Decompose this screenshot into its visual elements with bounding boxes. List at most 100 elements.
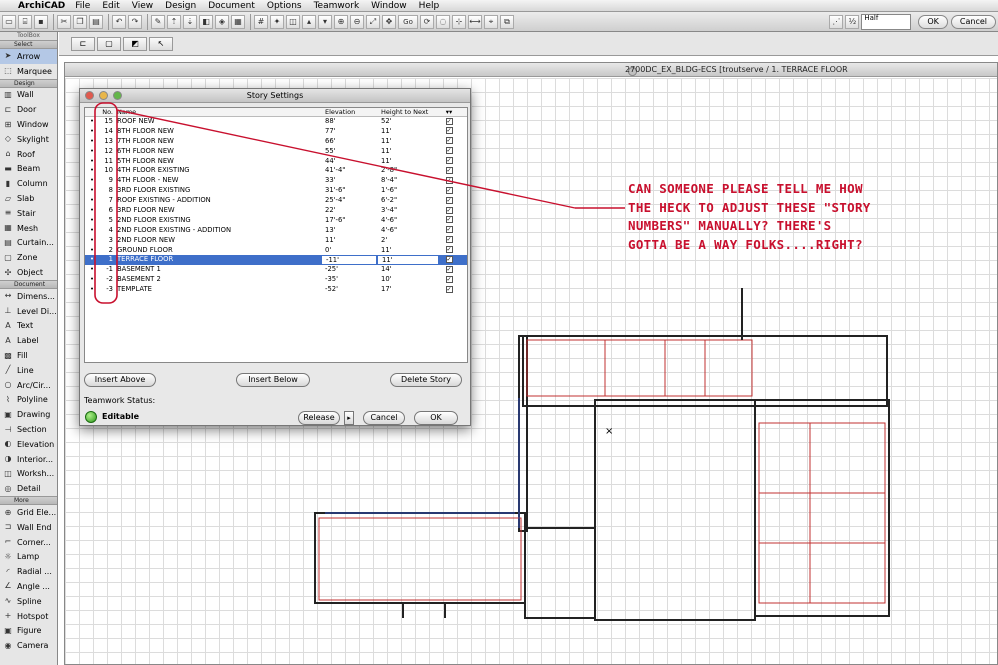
story-number[interactable]: 7 [99, 196, 115, 206]
cancel-button-toolbar[interactable]: Cancel [950, 15, 996, 29]
header-name[interactable]: Name [115, 108, 321, 116]
magic-wand-icon[interactable]: ✦ [270, 14, 284, 29]
tool-arrow[interactable]: ➤ Arrow [0, 49, 57, 64]
tool-angle[interactable]: ∠ Angle ... [0, 579, 57, 594]
insert-above-button[interactable]: Insert Above [84, 373, 156, 387]
story-row[interactable]: • 2 GROUND FLOOR 0' 11' ✓ [85, 246, 467, 256]
story-height-to-next[interactable]: 2'-8" [377, 166, 439, 176]
story-name[interactable]: BASEMENT 2 [115, 275, 321, 285]
story-height-to-next[interactable]: 11' [377, 137, 439, 147]
story-name[interactable]: ROOF NEW [115, 117, 321, 127]
story-show-checkbox[interactable]: ✓ [439, 117, 459, 127]
document-section-header[interactable]: Document [0, 279, 57, 289]
tool-radial[interactable]: ◜ Radial ... [0, 564, 57, 579]
cut-icon[interactable]: ✂ [57, 14, 71, 29]
select-section-header[interactable]: Select [0, 40, 57, 49]
story-name[interactable]: 6TH FLOOR NEW [115, 147, 321, 157]
story-number[interactable]: 9 [99, 176, 115, 186]
story-show-checkbox[interactable]: ✓ [439, 186, 459, 196]
story-elevation[interactable]: 13' [321, 226, 377, 236]
story-elevation[interactable]: 11' [321, 236, 377, 246]
story-elevation[interactable]: 17'-6" [321, 216, 377, 226]
menu-help[interactable]: Help [419, 1, 440, 11]
story-row[interactable]: • 13 7TH FLOOR NEW 66' 11' ✓ [85, 137, 467, 147]
story-row[interactable]: • 12 6TH FLOOR NEW 55' 11' ✓ [85, 147, 467, 157]
layer-icon[interactable]: ◧ [199, 14, 213, 29]
story-elevation[interactable]: 31'-6" [321, 186, 377, 196]
story-height-to-next[interactable]: 14' [377, 265, 439, 275]
tool-fill[interactable]: ▩ Fill [0, 348, 57, 363]
tool-wall[interactable]: ▥ Wall [0, 88, 57, 103]
tool-stair[interactable]: ≡ Stair [0, 206, 57, 221]
story-number[interactable]: 14 [99, 127, 115, 137]
tool-dimens[interactable]: ↔ Dimens... [0, 289, 57, 304]
minimize-dialog-icon[interactable] [99, 91, 108, 100]
story-height-to-next[interactable]: 10' [377, 275, 439, 285]
geometry-method-polygon-icon[interactable]: ▢ [97, 36, 121, 51]
snap-mode-icon[interactable]: ⋰ [829, 15, 844, 29]
tool-arc-cir[interactable]: ○ Arc/Cir... [0, 378, 57, 393]
story-row[interactable]: • 6 3RD FLOOR NEW 22' 3'-4" ✓ [85, 206, 467, 216]
tool-figure[interactable]: ▣ Figure [0, 623, 57, 638]
header-show-column[interactable]: ▾▾ [439, 108, 459, 116]
story-name[interactable]: 2ND FLOOR NEW [115, 236, 321, 246]
go-button[interactable]: Go [398, 14, 418, 29]
story-height-to-next[interactable]: 2' [377, 236, 439, 246]
story-elevation[interactable]: -52' [321, 285, 377, 295]
story-row[interactable]: • 15 ROOF NEW 88' 52' ✓ [85, 117, 467, 127]
tool-corner[interactable]: ⌐ Corner... [0, 535, 57, 550]
paste-icon[interactable]: ▤ [89, 14, 103, 29]
release-button[interactable]: Release [298, 411, 340, 425]
story-row[interactable]: • -1 BASEMENT 1 -25' 14' ✓ [85, 265, 467, 275]
menu-teamwork[interactable]: Teamwork [314, 1, 360, 11]
story-row[interactable]: • -3 TEMPLATE -52' 17' ✓ [85, 285, 467, 295]
story-row[interactable]: • 14 8TH FLOOR NEW 77' 11' ✓ [85, 127, 467, 137]
story-show-checkbox[interactable]: ✓ [439, 255, 459, 265]
cancel-button[interactable]: Cancel [363, 411, 405, 425]
story-elevation[interactable]: -11' [321, 255, 377, 266]
tool-camera[interactable]: ◉ Camera [0, 638, 57, 653]
fit-window-icon[interactable]: ⤢ [366, 14, 380, 29]
grid-snap-icon[interactable]: # [254, 14, 268, 29]
menu-edit[interactable]: Edit [102, 1, 119, 11]
story-number[interactable]: 4 [99, 226, 115, 236]
tool-grid-ele[interactable]: ⊕ Grid Ele... [0, 505, 57, 520]
tool-polyline[interactable]: ⌇ Polyline [0, 393, 57, 408]
story-height-to-next[interactable]: 11' [377, 246, 439, 256]
story-show-checkbox[interactable]: ✓ [439, 265, 459, 275]
more-section-header[interactable]: More [0, 496, 57, 506]
story-height-to-next[interactable]: 11' [377, 255, 439, 266]
story-elevation[interactable]: 41'-4" [321, 166, 377, 176]
measure-icon[interactable]: ⟷ [468, 14, 482, 29]
story-number[interactable]: 8 [99, 186, 115, 196]
story-show-checkbox[interactable]: ✓ [439, 176, 459, 186]
story-elevation[interactable]: 0' [321, 246, 377, 256]
story-height-to-next[interactable]: 11' [377, 157, 439, 167]
story-show-checkbox[interactable]: ✓ [439, 236, 459, 246]
tool-line[interactable]: ╱ Line [0, 363, 57, 378]
redo-icon[interactable]: ↷ [128, 14, 142, 29]
copy-icon[interactable]: ❐ [73, 14, 87, 29]
story-show-checkbox[interactable]: ✓ [439, 196, 459, 206]
story-row[interactable]: • 5 2ND FLOOR EXISTING 17'-6" 4'-6" ✓ [85, 216, 467, 226]
tool-lamp[interactable]: ☼ Lamp [0, 550, 57, 565]
story-show-checkbox[interactable]: ✓ [439, 127, 459, 137]
floor-plan-icon[interactable]: ▦ [231, 14, 245, 29]
story-height-to-next[interactable]: 6'-2" [377, 196, 439, 206]
tool-hotspot[interactable]: + Hotspot [0, 609, 57, 624]
story-number[interactable]: 2 [99, 246, 115, 256]
pen-icon[interactable]: ✎ [151, 14, 165, 29]
story-number[interactable]: 12 [99, 147, 115, 157]
story-elevation[interactable]: 25'-4" [321, 196, 377, 206]
story-show-checkbox[interactable]: ✓ [439, 246, 459, 256]
story-height-to-next[interactable]: 4'-6" [377, 216, 439, 226]
story-row[interactable]: • -2 BASEMENT 2 -35' 10' ✓ [85, 275, 467, 285]
close-dialog-icon[interactable] [85, 91, 94, 100]
story-elevation[interactable]: 44' [321, 157, 377, 167]
story-name[interactable]: 4TH FLOOR EXISTING [115, 166, 321, 176]
story-show-checkbox[interactable]: ✓ [439, 157, 459, 167]
story-show-checkbox[interactable]: ✓ [439, 166, 459, 176]
trace-icon[interactable]: ◫ [286, 14, 300, 29]
suspend-groups-icon[interactable]: ⧉ [500, 14, 514, 29]
story-number[interactable]: -3 [99, 285, 115, 295]
